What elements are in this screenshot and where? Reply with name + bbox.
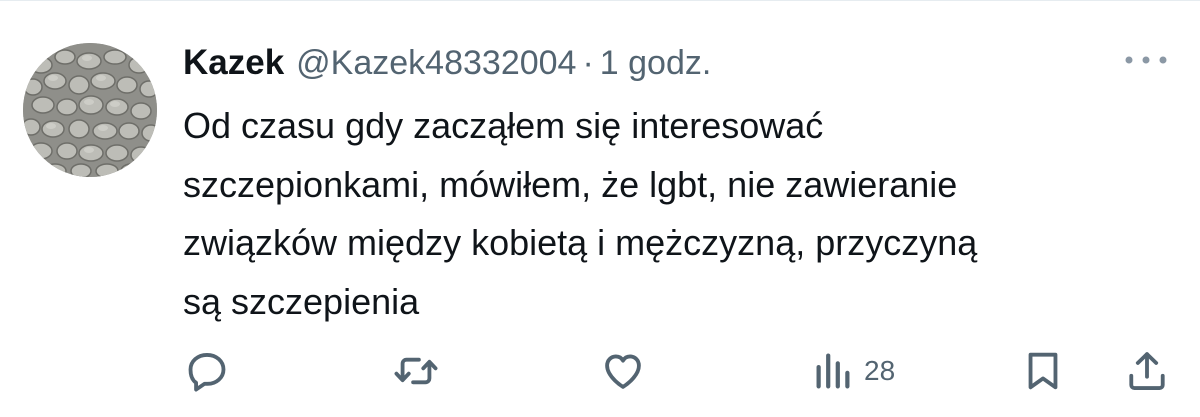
views-icon (816, 353, 850, 389)
reply-button[interactable] (184, 347, 230, 395)
share-icon (1129, 352, 1165, 390)
views-button[interactable]: 28 (810, 347, 895, 395)
tweet-text-line: Od czasu gdy zacząłem się interesować (183, 105, 824, 146)
tweet-text-line: związków między kobietą i mężczyzną, prz… (183, 222, 978, 263)
author-name[interactable]: Kazek (183, 43, 284, 83)
avatar[interactable] (23, 43, 157, 177)
tweet-text: Od czasu gdy zacząłem się interesować sz… (183, 97, 1173, 331)
like-button[interactable] (600, 347, 646, 395)
avatar-gravel-image (23, 43, 157, 177)
views-count: 28 (864, 355, 896, 386)
retweet-icon (394, 357, 438, 385)
tweet-text-line: szczepionkami, mówiłem, że lgbt, nie zaw… (183, 163, 958, 205)
share-button[interactable] (1124, 347, 1170, 395)
author-handle[interactable]: @Kazek48332004 (296, 44, 576, 83)
bookmark-button[interactable] (1020, 347, 1066, 395)
retweet-button[interactable] (392, 347, 440, 395)
bookmark-icon (1028, 352, 1058, 390)
more-icon (1125, 56, 1167, 64)
tweet-time[interactable]: 1 godz. (600, 44, 712, 83)
tweet-header: Kazek @Kazek48332004 · 1 godz. (183, 39, 711, 87)
reply-icon (188, 352, 226, 392)
more-button[interactable] (1120, 48, 1172, 72)
tweet-text-line: są szczepienia (183, 280, 420, 322)
tweet[interactable]: Kazek @Kazek48332004 · 1 godz. Od czasu … (0, 0, 1200, 417)
heart-icon (605, 354, 641, 389)
separator-dot: · (582, 43, 594, 82)
action-bar: 28 (0, 341, 1200, 401)
